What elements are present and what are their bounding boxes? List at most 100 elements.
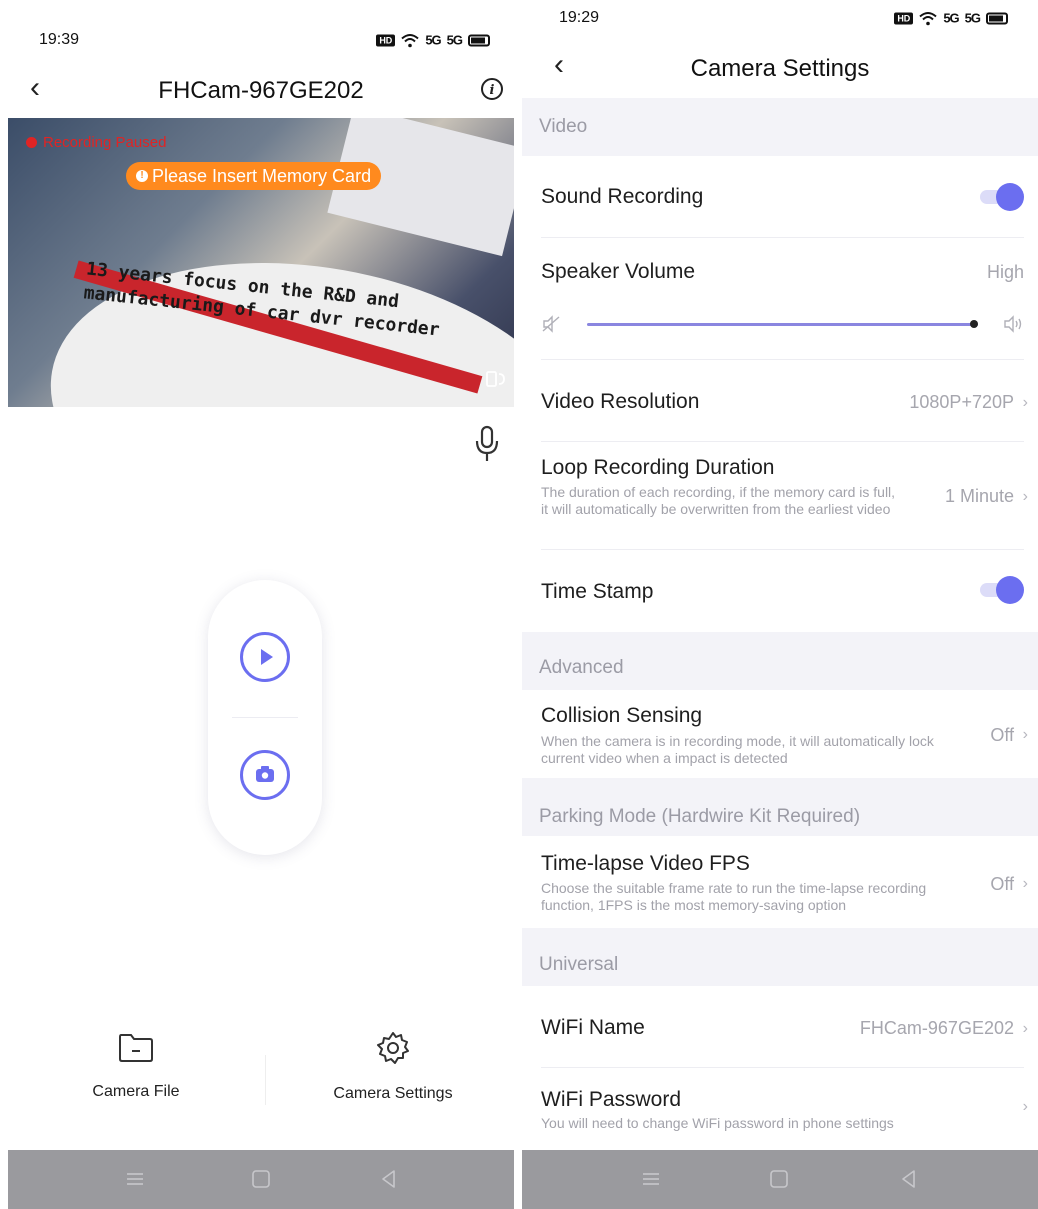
camera-settings-label: Camera Settings [333,1085,453,1102]
setting-value: 1 Minute [944,486,1014,506]
status-time: 19:29 [559,9,600,26]
setting-title: Speaker Volume [541,260,696,283]
chevron-right-icon: › [1022,726,1028,743]
camera-file-button[interactable]: Camera File [36,1030,236,1101]
memory-card-alert: ! Please Insert Memory Card [126,162,382,190]
signal-icon: 5G [943,10,959,26]
toggle-knob [996,183,1024,211]
chevron-right-icon: › [1022,488,1028,505]
home-icon[interactable] [250,1168,272,1190]
wifi-icon [401,33,419,47]
microphone-icon[interactable] [474,425,500,465]
setting-value: Off [990,725,1014,745]
recording-status-text: Recording Paused [43,134,167,151]
camera-icon [256,766,274,782]
setting-value: High [986,262,1024,282]
setting-wifi-name[interactable]: WiFi Name FHCam-967GE202 › [522,986,1038,1068]
page-title: Camera Settings [690,55,870,82]
setting-value: Off [990,874,1014,894]
slider-thumb[interactable] [970,320,978,328]
chevron-right-icon: › [1022,1020,1028,1037]
hd-icon: HD [376,34,396,46]
volume-icon [1004,315,1022,333]
status-icons: HD 5G 5G [376,33,490,48]
folder-icon [119,1034,153,1062]
chevron-right-icon: › [1022,394,1028,411]
setting-time-stamp[interactable]: Time Stamp [522,550,1038,632]
alert-icon: ! [136,170,148,182]
controls-divider [232,717,298,718]
signal-icon-2: 5G [964,10,981,26]
toggle-knob [996,576,1024,604]
status-bar: 19:29 HD 5G 5G [522,3,1038,33]
sound-recording-toggle[interactable] [980,183,1024,211]
info-icon[interactable]: i [480,77,504,101]
setting-description: Choose the suitable frame rate to run th… [541,880,927,913]
top-bar: ‹ Camera Settings [522,42,1038,92]
setting-value: 1080P+720P [909,392,1014,412]
slider-track [587,323,978,326]
speaker-volume-slider[interactable] [541,314,1024,334]
setting-value: FHCam-967GE202 [859,1018,1014,1038]
setting-description: When the camera is in recording mode, it… [541,733,934,766]
signal-icon: 5G [425,32,441,48]
camera-settings-screen: 19:29 HD 5G 5G ‹ Camera Settings Video S… [522,0,1038,1209]
nav-divider [265,1055,266,1105]
camera-file-label: Camera File [92,1083,180,1100]
status-bar: 19:39 HD 5G 5G [8,25,514,55]
setting-description: You will need to change WiFi password in… [541,1115,894,1131]
rotate-screen-icon[interactable] [486,369,506,389]
setting-title: Sound Recording [541,185,704,208]
setting-title: Video Resolution [541,390,700,413]
back-nav-icon[interactable] [378,1168,400,1190]
camera-live-screen: 19:39 HD 5G 5G ‹ FHCam-967GE202 i 13 yea… [8,0,514,1209]
svg-text:i: i [490,83,495,98]
system-navigation-bar [8,1150,514,1209]
section-parking-mode: Parking Mode (Hardwire Kit Required) [522,778,1038,836]
bottom-navigation: Camera File Camera Settings [8,1030,514,1140]
top-bar: ‹ FHCam-967GE202 i [8,65,514,115]
setting-loop-recording[interactable]: Loop Recording Duration The duration of … [522,442,1038,550]
section-universal: Universal [522,928,1038,986]
menu-icon[interactable] [640,1168,662,1190]
battery-icon [468,34,490,46]
status-time: 19:39 [39,31,80,48]
signal-icon-2: 5G [446,32,463,48]
setting-title: Loop Recording Duration [541,456,775,479]
take-photo-button[interactable] [240,750,290,800]
setting-title: Time Stamp [541,580,654,603]
section-advanced: Advanced [522,632,1038,690]
recording-dot-icon [26,137,37,148]
setting-wifi-password[interactable]: WiFi Password You will need to change Wi… [522,1068,1038,1150]
battery-icon [986,12,1008,24]
chevron-right-icon: › [1022,875,1028,892]
menu-icon[interactable] [124,1168,146,1190]
memory-card-alert-text: Please Insert Memory Card [152,166,372,186]
record-video-button[interactable] [240,632,290,682]
setting-speaker-volume: Speaker Volume High [522,238,1038,360]
mute-icon [542,315,560,333]
status-icons: HD 5G 5G [894,11,1008,26]
capture-controls [208,580,322,855]
camera-settings-button[interactable]: Camera Settings [293,1030,493,1103]
time-stamp-toggle[interactable] [980,576,1024,604]
setting-title: Collision Sensing [541,704,703,727]
setting-sound-recording[interactable]: Sound Recording [522,156,1038,238]
section-video: Video [522,98,1038,156]
setting-title: WiFi Name [541,1016,645,1039]
setting-title: WiFi Password [541,1088,682,1111]
play-icon [261,649,273,665]
hd-icon: HD [894,12,914,24]
setting-video-resolution[interactable]: Video Resolution 1080P+720P › [522,360,1038,442]
setting-collision-sensing[interactable]: Collision Sensing When the camera is in … [522,690,1038,778]
chevron-right-icon: › [1022,1098,1028,1115]
setting-description: The duration of each recording, if the m… [541,484,896,517]
recording-status: Recording Paused [26,134,166,151]
live-video-preview[interactable]: 13 years focus on the R&D and manufactur… [8,118,514,407]
setting-title: Time-lapse Video FPS [541,852,750,875]
page-title: FHCam-967GE202 [158,77,364,104]
home-icon[interactable] [768,1168,790,1190]
back-nav-icon[interactable] [898,1168,920,1190]
setting-timelapse-fps[interactable]: Time-lapse Video FPS Choose the suitable… [522,836,1038,928]
wifi-icon [919,11,937,25]
